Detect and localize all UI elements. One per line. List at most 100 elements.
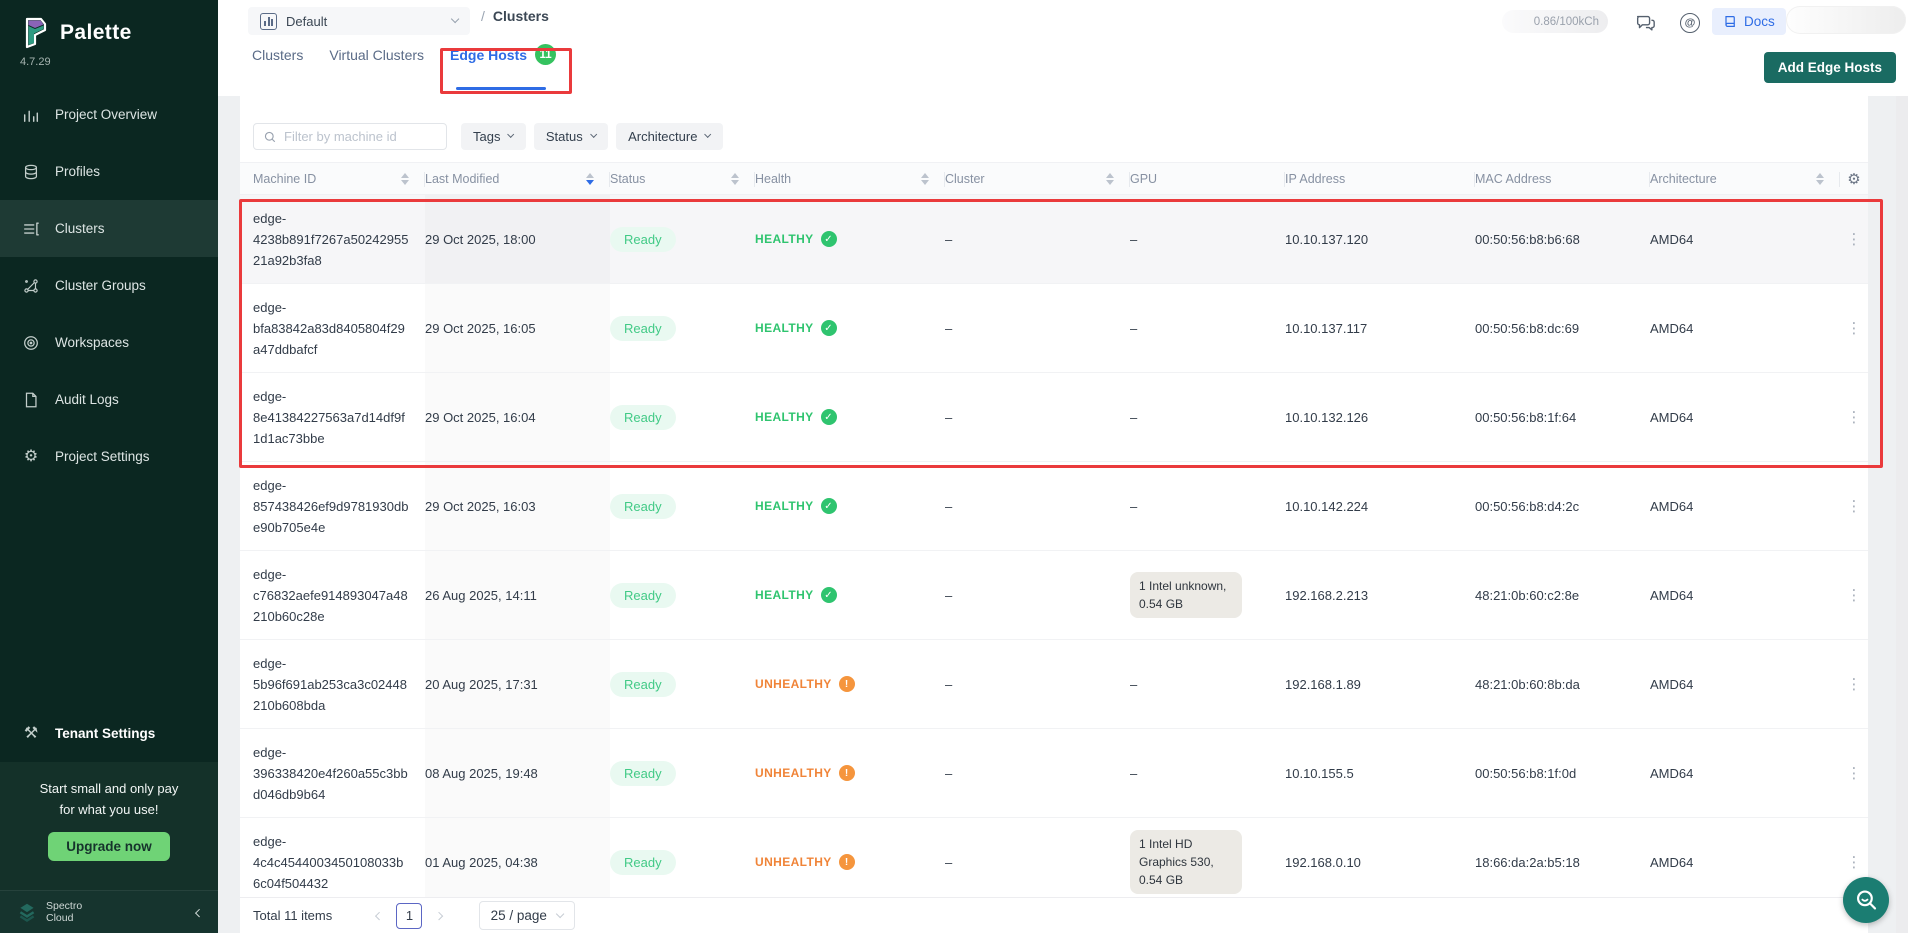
feedback-chat-icon[interactable] xyxy=(1634,12,1656,34)
sort-carets-icon[interactable] xyxy=(586,173,594,185)
row-menu-icon[interactable]: ⋮ xyxy=(1847,853,1862,871)
table-row[interactable]: edge-4c4c4544003450108033b6c04f50443201 … xyxy=(240,818,1868,907)
check-circle-icon: ✓ xyxy=(821,587,837,603)
gpu-badge: 1 Intel unknown, 0.54 GB xyxy=(1130,572,1242,618)
row-menu-icon[interactable]: ⋮ xyxy=(1847,675,1862,693)
column-header-machine-id[interactable]: Machine ID xyxy=(240,163,425,194)
sidebar-item-workspaces[interactable]: Workspaces xyxy=(0,314,218,371)
tab-clusters[interactable]: Clusters xyxy=(252,47,303,69)
table-row[interactable]: edge-396338420e4f260a55c3bbd046db9b6408 … xyxy=(240,729,1868,818)
gpu-cell: – xyxy=(1130,462,1285,550)
upgrade-now-button[interactable]: Upgrade now xyxy=(48,832,170,861)
ip-address-cell: 10.10.132.126 xyxy=(1285,373,1475,461)
table-row[interactable]: edge-857438426ef9d9781930dbe90b705e4e29 … xyxy=(240,462,1868,551)
last-modified-cell: 29 Oct 2025, 16:03 xyxy=(425,462,610,550)
previous-page-button[interactable] xyxy=(376,907,382,925)
table-row[interactable]: edge-5b96f691ab253ca3c02448210b608bda20 … xyxy=(240,640,1868,729)
table-row[interactable]: edge-4238b891f7267a5024295521a92b3fa829 … xyxy=(240,195,1868,284)
sidebar-footer: Spectro Cloud xyxy=(0,890,218,933)
status-cell: Ready xyxy=(610,195,755,283)
palette-logo-icon xyxy=(20,16,50,50)
status-ready-badge: Ready xyxy=(610,316,676,341)
table-row[interactable]: edge-bfa83842a83d8405804f29a47ddbafcf29 … xyxy=(240,284,1868,373)
page-number-button[interactable]: 1 xyxy=(396,903,422,929)
gpu-cell: – xyxy=(1130,640,1285,728)
next-page-button[interactable] xyxy=(436,907,442,925)
status-ready-badge: Ready xyxy=(610,850,676,875)
sidebar-item-profiles[interactable]: Profiles xyxy=(0,143,218,200)
status-ready-badge: Ready xyxy=(610,583,676,608)
sort-carets-icon[interactable] xyxy=(731,173,739,185)
status-cell: Ready xyxy=(610,551,755,639)
project-selector[interactable]: Default xyxy=(248,7,470,35)
sidebar-item-tenant-settings[interactable]: ⚒ Tenant Settings xyxy=(0,705,218,762)
table-row[interactable]: edge-c76832aefe914893047a48210b60c28e26 … xyxy=(240,551,1868,640)
row-menu-icon[interactable]: ⋮ xyxy=(1847,497,1862,515)
sidebar-item-audit-logs[interactable]: Audit Logs xyxy=(0,371,218,428)
row-menu-icon[interactable]: ⋮ xyxy=(1847,586,1862,604)
row-actions-cell: ⋮ xyxy=(1840,195,1868,283)
user-menu[interactable] xyxy=(1786,6,1906,34)
sidebar-item-project-settings[interactable]: ⚙ Project Settings xyxy=(0,428,218,485)
status-filter-dropdown[interactable]: Status xyxy=(534,123,608,150)
column-header-cluster[interactable]: Cluster xyxy=(945,163,1130,194)
row-menu-icon[interactable]: ⋮ xyxy=(1847,764,1862,782)
layers-icon xyxy=(22,163,40,181)
tab-edge-hosts[interactable]: Edge Hosts 11 xyxy=(450,44,556,71)
cluster-cell: – xyxy=(945,640,1130,728)
scrollbar-track[interactable] xyxy=(1896,96,1908,933)
architecture-cell: AMD64 xyxy=(1650,195,1840,283)
project-selector-value: Default xyxy=(286,14,327,29)
machine-id-cell: edge-4c4c4544003450108033b6c04f504432 xyxy=(240,818,425,906)
tab-virtual-clusters[interactable]: Virtual Clusters xyxy=(329,47,424,69)
check-circle-icon: ✓ xyxy=(821,320,837,336)
health-cell: HEALTHY✓ xyxy=(755,373,945,461)
mentions-icon[interactable]: @ xyxy=(1680,13,1700,33)
status-ready-badge: Ready xyxy=(610,761,676,786)
sidebar-item-clusters[interactable]: Clusters xyxy=(0,200,218,257)
add-edge-hosts-button[interactable]: Add Edge Hosts xyxy=(1764,52,1896,83)
column-header-ip-address: IP Address xyxy=(1285,163,1475,194)
column-header-architecture[interactable]: Architecture xyxy=(1650,163,1840,194)
cluster-cell: – xyxy=(945,729,1130,817)
chevron-down-icon xyxy=(590,131,598,139)
row-menu-icon[interactable]: ⋮ xyxy=(1847,319,1862,337)
row-menu-icon[interactable]: ⋮ xyxy=(1847,230,1862,248)
collapse-sidebar-button[interactable] xyxy=(196,903,202,921)
docs-button[interactable]: Docs xyxy=(1712,8,1786,35)
breadcrumb-label[interactable]: Clusters xyxy=(493,8,549,24)
table-header: Machine IDLast ModifiedStatusHealthClust… xyxy=(240,162,1868,195)
sort-carets-icon[interactable] xyxy=(401,173,409,185)
column-header-status[interactable]: Status xyxy=(610,163,755,194)
search-input[interactable] xyxy=(284,129,434,144)
sort-carets-icon[interactable] xyxy=(1816,173,1824,185)
sidebar-item-project-overview[interactable]: Project Overview xyxy=(0,86,218,143)
architecture-filter-dropdown[interactable]: Architecture xyxy=(616,123,723,150)
sort-carets-icon[interactable] xyxy=(921,173,929,185)
column-header-health[interactable]: Health xyxy=(755,163,945,194)
health-cell: UNHEALTHY! xyxy=(755,818,945,906)
machine-id-search[interactable] xyxy=(253,123,447,150)
row-menu-icon[interactable]: ⋮ xyxy=(1847,408,1862,426)
sidebar: Palette 4.7.29 Project Overview Profiles… xyxy=(0,0,218,933)
last-modified-cell: 29 Oct 2025, 16:05 xyxy=(425,284,610,372)
support-widget-button[interactable] xyxy=(1843,877,1889,923)
document-icon xyxy=(22,391,40,409)
sort-carets-icon[interactable] xyxy=(1106,173,1114,185)
column-settings-gear-icon[interactable]: ⚙ xyxy=(1847,170,1860,188)
tags-filter-dropdown[interactable]: Tags xyxy=(461,123,526,150)
last-modified-cell: 26 Aug 2025, 14:11 xyxy=(425,551,610,639)
cluster-cell: – xyxy=(945,462,1130,550)
status-cell: Ready xyxy=(610,462,755,550)
last-modified-cell: 08 Aug 2025, 19:48 xyxy=(425,729,610,817)
sidebar-item-cluster-groups[interactable]: Cluster Groups xyxy=(0,257,218,314)
page-size-select[interactable]: 25 / page xyxy=(479,901,576,930)
column-header-last-modified[interactable]: Last Modified xyxy=(425,163,610,194)
table-row[interactable]: edge-8e41384227563a7d14df9f1d1ac73bbe29 … xyxy=(240,373,1868,462)
active-tab-underline xyxy=(456,87,546,90)
cluster-cell: – xyxy=(945,373,1130,461)
sidebar-item-label: Workspaces xyxy=(55,335,129,350)
sidebar-item-label: Audit Logs xyxy=(55,392,119,407)
sidebar-item-label: Cluster Groups xyxy=(55,278,146,293)
spectro-cloud-logo-icon xyxy=(16,901,38,923)
